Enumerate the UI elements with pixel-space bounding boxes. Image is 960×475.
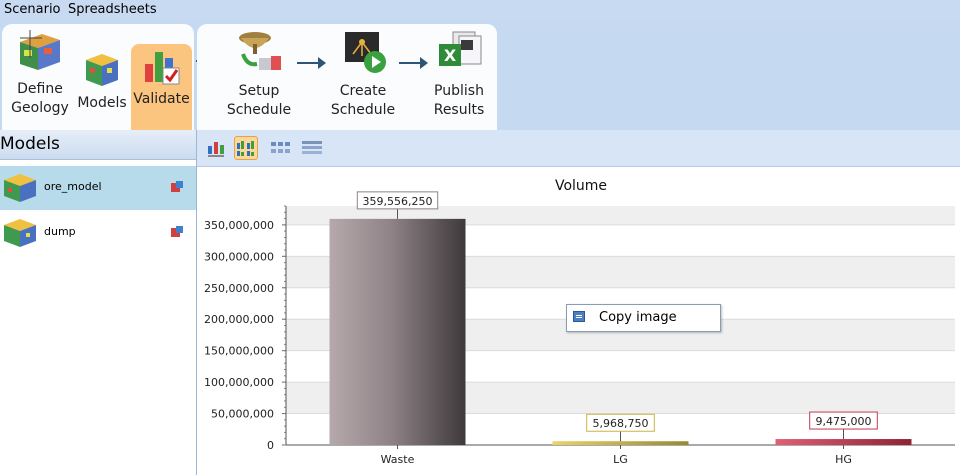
bar-waste — [329, 218, 466, 445]
validate-button[interactable]: Validate — [131, 44, 192, 130]
model-edit-icon[interactable] — [170, 225, 184, 239]
x-tick-label: HG — [835, 453, 852, 466]
flow-arrow-3 — [399, 57, 428, 69]
create-label-line1: Create — [339, 83, 387, 99]
y-tick-label: 200,000,000 — [204, 313, 274, 326]
setup-schedule-button[interactable]: Setup Schedule — [219, 28, 299, 120]
flow-arrow-2 — [297, 57, 326, 69]
copy-image-icon — [573, 311, 585, 322]
publish-results-label: Publish Results — [419, 82, 499, 120]
copy-image-menu-item[interactable]: Copy image — [599, 310, 677, 325]
setup-schedule-icon — [239, 32, 281, 70]
ribbon: Define Geology Models Validate Setup Sch… — [0, 22, 960, 130]
value-label: 359,556,250 — [363, 195, 433, 208]
ribbon-group-schedule: Setup Schedule Create Schedule X Publish… — [197, 24, 497, 130]
model-edit-icon[interactable] — [170, 180, 184, 194]
chart-area: Volume 0 50,000,000 100,000,000 150,000,000… — [197, 130, 960, 475]
y-tick-label: 0 — [267, 439, 274, 452]
model-row-dump[interactable]: dump — [0, 211, 196, 256]
ribbon-group-geology: Define Geology Models Validate — [2, 24, 194, 130]
bar-chart-view-icon[interactable] — [205, 137, 227, 159]
svg-text:X: X — [444, 46, 457, 65]
block-model-icon — [4, 219, 36, 247]
publish-label-line1: Publish — [434, 83, 484, 99]
setup-label-line1: Setup — [238, 83, 280, 99]
define-geology-label: Define Geology — [8, 80, 72, 118]
models-panel-title: Models — [0, 134, 60, 154]
small-multiples-view-icon[interactable] — [270, 137, 292, 159]
define-geology-button[interactable]: Define Geology — [8, 28, 72, 118]
validate-chart-icon — [144, 52, 179, 85]
geology-icon — [20, 30, 60, 70]
models-cube-icon — [86, 54, 118, 86]
y-tick-label: 150,000,000 — [204, 345, 274, 358]
setup-schedule-label: Setup Schedule — [219, 82, 299, 120]
x-tick-label: Waste — [381, 453, 415, 466]
menu-scenario[interactable]: Scenario — [4, 2, 61, 17]
define-label-line1: Define — [17, 81, 63, 97]
x-tick-label: LG — [613, 453, 628, 466]
model-name: dump — [44, 225, 76, 238]
create-schedule-label: Create Schedule — [323, 82, 403, 120]
bar-lg — [552, 441, 689, 445]
chart-toolbar — [197, 130, 960, 167]
grouped-bar-view-icon[interactable] — [234, 136, 258, 160]
menu-spreadsheets[interactable]: Spreadsheets — [68, 2, 157, 17]
publish-results-button[interactable]: X Publish Results — [419, 28, 499, 120]
publish-results-icon: X — [439, 31, 482, 66]
bar-hg — [775, 439, 912, 445]
value-label: 9,475,000 — [816, 415, 872, 428]
create-schedule-icon — [345, 32, 386, 73]
value-label: 5,968,750 — [593, 417, 649, 430]
define-label-line2: Geology — [11, 100, 69, 116]
block-model-icon — [4, 174, 36, 202]
validate-label: Validate — [133, 91, 190, 107]
models-label: Models — [77, 95, 127, 111]
create-label-line2: Schedule — [330, 102, 396, 118]
context-menu: Copy image — [566, 304, 721, 332]
y-tick-label: 250,000,000 — [204, 282, 274, 295]
models-panel: Models ore_model dump — [0, 130, 197, 475]
y-tick-label: 50,000,000 — [211, 408, 274, 421]
publish-label-line2: Results — [433, 102, 485, 118]
model-name: ore_model — [44, 180, 102, 193]
model-row-ore-model[interactable]: ore_model — [0, 166, 196, 211]
y-tick-label: 300,000,000 — [204, 250, 274, 263]
create-schedule-button[interactable]: Create Schedule — [323, 28, 403, 120]
y-tick-label: 100,000,000 — [204, 376, 274, 389]
setup-label-line2: Schedule — [226, 102, 292, 118]
grid-view-icon[interactable] — [301, 137, 323, 159]
menu-bar: Scenario Spreadsheets — [0, 0, 960, 22]
chart-title: Volume — [555, 178, 607, 194]
models-panel-header: Models — [0, 130, 196, 160]
y-tick-label: 350,000,000 — [204, 219, 274, 232]
models-button[interactable]: Models — [76, 50, 128, 113]
